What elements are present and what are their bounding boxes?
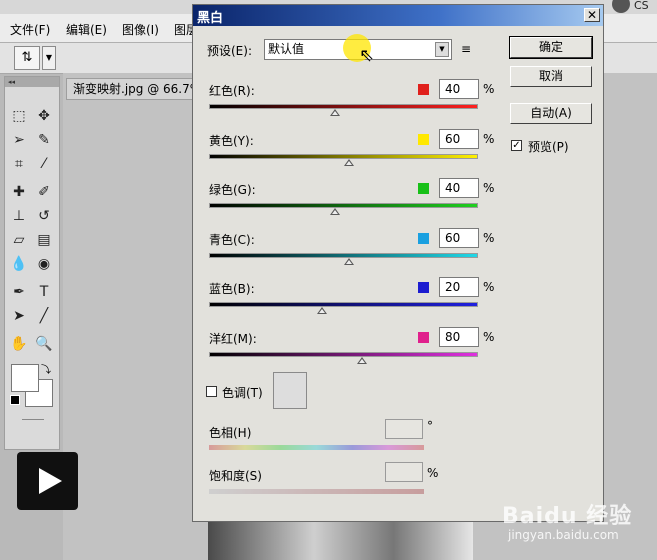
watermark-logo: Baidu 经验 [502, 504, 633, 529]
channel-value-input[interactable]: 60 [439, 228, 479, 248]
hue-slider-track[interactable] [209, 445, 424, 450]
hue-input[interactable] [385, 419, 423, 439]
toolbox-divider [22, 419, 44, 420]
channel-slider-thumb[interactable] [344, 159, 354, 166]
move-tool-icon[interactable]: ✥ [33, 105, 55, 127]
menu-image[interactable]: 图像(I) [122, 21, 159, 38]
channel-label: 青色(C): [209, 233, 255, 247]
chevron-down-icon[interactable]: ▼ [435, 42, 449, 57]
preset-label: 预设(E): [207, 44, 252, 58]
channel-unit: % [483, 181, 495, 195]
channel-label: 洋红(M): [209, 332, 257, 346]
default-colors-icon[interactable] [10, 395, 20, 405]
video-play-button[interactable] [17, 452, 78, 510]
channel-unit: % [483, 132, 495, 146]
channel-color-swatch [418, 183, 429, 194]
dodge-tool-icon[interactable]: ◉ [33, 253, 55, 275]
ok-button[interactable]: 确定 [509, 36, 593, 59]
tool-preset-dropdown[interactable]: ▼ [42, 46, 56, 70]
play-icon [39, 468, 62, 494]
tool-preset-icon[interactable]: ⇅ [14, 46, 40, 70]
path-select-tool-icon[interactable]: ➤ [8, 305, 30, 327]
brush-tool-icon[interactable]: ✐ [33, 181, 55, 203]
eyedropper-tool-icon[interactable]: ⁄ [33, 153, 55, 175]
tint-checkbox[interactable] [206, 386, 217, 397]
eraser-tool-icon[interactable]: ▱ [8, 229, 30, 251]
close-button[interactable]: ✕ [584, 8, 600, 22]
blur-tool-icon[interactable]: 💧 [8, 253, 30, 275]
saturation-input[interactable] [385, 462, 423, 482]
channel-slider-thumb[interactable] [330, 208, 340, 215]
toolbox-header[interactable]: ◂◂ [5, 77, 59, 87]
zoom-tool-icon[interactable]: 🔍 [33, 333, 55, 355]
gradient-tool-icon[interactable]: ▤ [33, 229, 55, 251]
lasso-tool-icon[interactable]: ➢ [8, 129, 30, 151]
dialog-title: 黑白 [197, 11, 224, 26]
channel-slider-thumb[interactable] [317, 307, 327, 314]
pen-tool-icon[interactable]: ✒ [8, 281, 30, 303]
channel-unit: % [483, 330, 495, 344]
hue-unit: ° [427, 419, 433, 433]
channel-value-input[interactable]: 80 [439, 327, 479, 347]
channel-label: 黄色(Y): [209, 134, 254, 148]
channel-slider-thumb[interactable] [357, 357, 367, 364]
swap-colors-icon[interactable]: ⤵ [41, 361, 51, 376]
type-tool-icon[interactable]: T [33, 281, 55, 303]
channel-unit: % [483, 280, 495, 294]
healing-tool-icon[interactable]: ✚ [8, 181, 30, 203]
channel-value-input[interactable]: 40 [439, 79, 479, 99]
toolbox: ◂◂ ⬚ ✥ ➢ ✎ ⌗ ⁄ ✚ ✐ ⊥ ↺ ▱ ▤ 💧 ◉ ✒ T ➤ ╱ ✋… [4, 76, 60, 450]
preset-value: 默认值 [268, 42, 305, 56]
marquee-tool-icon[interactable]: ⬚ [8, 105, 30, 127]
tint-label: 色调(T) [222, 386, 263, 400]
document-tab[interactable]: 渐变映射.jpg @ 66.7% [66, 78, 196, 100]
menu-edit[interactable]: 编辑(E) [66, 21, 107, 38]
crop-tool-icon[interactable]: ⌗ [8, 153, 30, 175]
cancel-button[interactable]: 取消 [510, 66, 592, 87]
channel-value-input[interactable]: 60 [439, 129, 479, 149]
channel-color-swatch [418, 282, 429, 293]
document-image [208, 520, 473, 560]
line-tool-icon[interactable]: ╱ [33, 305, 55, 327]
channel-color-swatch [418, 233, 429, 244]
channel-slider-track[interactable] [209, 302, 478, 307]
mouse-cursor-icon: ⇖ [359, 45, 375, 66]
auto-button[interactable]: 自动(A) [510, 103, 592, 124]
preview-label: 预览(P) [528, 140, 569, 154]
saturation-unit: % [427, 466, 439, 480]
stamp-tool-icon[interactable]: ⊥ [8, 205, 30, 227]
black-white-dialog: 黑白 ✕ 预设(E): 默认值 ▼ ≡ ⇖ 红色(R): 40% 黄色(Y): 60%… [192, 4, 604, 522]
channel-label: 红色(R): [209, 84, 255, 98]
channel-label: 绿色(G): [209, 183, 256, 197]
channel-color-swatch [418, 332, 429, 343]
menu-file[interactable]: 文件(F) [10, 21, 50, 38]
channel-color-swatch [418, 84, 429, 95]
quick-select-tool-icon[interactable]: ✎ [33, 129, 55, 151]
preview-checkbox[interactable]: ✓ [511, 140, 522, 151]
hue-label: 色相(H) [209, 426, 252, 440]
channel-slider-thumb[interactable] [330, 109, 340, 116]
channel-slider-track[interactable] [209, 104, 478, 109]
channel-value-input[interactable]: 40 [439, 178, 479, 198]
channel-slider-track[interactable] [209, 203, 478, 208]
tint-color-box[interactable] [273, 372, 307, 409]
channel-slider-track[interactable] [209, 352, 478, 357]
channel-unit: % [483, 82, 495, 96]
dialog-titlebar[interactable]: 黑白 ✕ [193, 5, 603, 26]
saturation-label: 饱和度(S) [209, 469, 262, 483]
saturation-slider-track[interactable] [209, 489, 424, 494]
history-brush-tool-icon[interactable]: ↺ [33, 205, 55, 227]
channel-slider-thumb[interactable] [344, 258, 354, 265]
watermark-url: jingyan.baidu.com [508, 528, 619, 542]
foreground-color-swatch[interactable] [11, 364, 39, 392]
channel-unit: % [483, 231, 495, 245]
channel-value-input[interactable]: 20 [439, 277, 479, 297]
hand-tool-icon[interactable]: ✋ [8, 333, 30, 355]
channel-color-swatch [418, 134, 429, 145]
channel-label: 蓝色(B): [209, 282, 255, 296]
preset-options-icon[interactable]: ≡ [461, 42, 471, 56]
corner-text: CS [634, 0, 649, 12]
